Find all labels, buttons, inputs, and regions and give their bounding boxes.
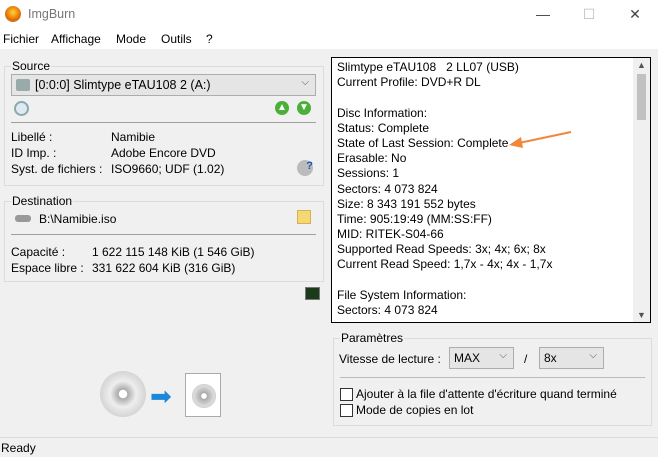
status-text: Ready <box>1 441 36 455</box>
info-line: MID: RITEK-S04-66 <box>337 227 444 242</box>
value-libelle: Namibie <box>111 130 156 144</box>
chevron-down-icon: ⌵ <box>589 350 597 361</box>
scrollbar[interactable]: ▲ ▼ <box>633 58 650 322</box>
log-graph-icon[interactable] <box>305 287 320 300</box>
label-free-space: Espace libre : <box>11 261 84 275</box>
speed-separator: / <box>524 352 528 366</box>
label-id-imp: ID Imp. : <box>11 146 57 160</box>
arrow-down-icon[interactable]: ▼ <box>297 101 311 115</box>
info-line: Time: 905:19:49 (MM:SS:FF) <box>337 211 492 226</box>
close-button[interactable]: ✕ <box>612 0 658 30</box>
destination-label: Destination <box>11 194 74 208</box>
status-bar: Ready <box>0 437 658 457</box>
info-line: Size: 8 343 191 552 bytes <box>337 196 476 211</box>
arrow-up-icon[interactable]: ▲ <box>275 101 289 115</box>
info-line <box>332 273 650 288</box>
value-filesystem: ISO9660; UDF (1.02) <box>111 162 225 176</box>
minimize-button[interactable]: — <box>520 0 566 30</box>
hard-drive-icon <box>15 215 31 222</box>
imgburn-logo-icon <box>5 6 21 22</box>
info-line: Current Read Speed: 1,7x - 4x; 4x - 1,7x <box>337 257 553 272</box>
divider <box>340 377 645 378</box>
source-drive-select[interactable]: [0:0:0] Slimtype eTAU108 2 (A:) ⌵ <box>11 74 316 96</box>
disc-info-textbox[interactable]: Slimtype eTAU108 2 LL07 (USB) Current Pro… <box>331 57 651 323</box>
label-libelle: Libellé : <box>11 130 53 144</box>
info-line <box>332 90 650 105</box>
maximize-button[interactable]: ☐ <box>566 0 612 30</box>
read-speed-label: Vitesse de lecture : <box>339 352 441 366</box>
menu-help[interactable]: ? <box>206 32 213 46</box>
info-line: Supported Read Speeds: 3x; 4x; 6x; 8x <box>337 242 546 257</box>
menu-bar: Fichier Affichage Mode Outils ? <box>0 30 658 49</box>
value-capacity: 1 622 115 148 KiB (1 546 GiB) <box>92 245 255 259</box>
drive-icon <box>16 79 30 91</box>
source-drive-value: [0:0:0] Slimtype eTAU108 2 (A:) <box>35 78 211 92</box>
add-to-queue-checkbox[interactable] <box>340 388 353 401</box>
value-id-imp: Adobe Encore DVD <box>111 146 216 160</box>
params-label: Paramètres <box>340 331 405 345</box>
chevron-down-icon: ⌵ <box>301 77 309 88</box>
info-line: Disc Information: <box>337 105 428 120</box>
info-line: Status: Complete <box>337 120 430 135</box>
menu-outils[interactable]: Outils <box>161 32 192 46</box>
info-line: Erasable: No <box>337 151 407 166</box>
title-bar: ImgBurn — ☐ ✕ <box>0 0 658 30</box>
batch-mode-label: Mode de copies en lot <box>356 403 474 417</box>
info-line: Slimtype eTAU108 2 LL07 (USB) <box>337 60 519 74</box>
value-free-space: 331 622 604 KiB (316 GiB) <box>92 261 236 275</box>
read-button[interactable] <box>95 371 227 421</box>
browse-folder-icon[interactable] <box>297 210 311 224</box>
disc-info-icon[interactable]: ? <box>297 160 313 176</box>
info-line: State of Last Session: Complete <box>337 135 509 150</box>
window-title: ImgBurn <box>28 7 76 21</box>
search-icon[interactable] <box>14 101 29 116</box>
read-speed-value: MAX <box>454 351 481 365</box>
info-line: Sectors: 4 073 824 <box>337 303 438 317</box>
destination-path[interactable]: B:\Namibie.iso <box>39 212 116 226</box>
label-filesystem: Syst. de fichiers : <box>11 162 103 176</box>
info-line: Sessions: 1 <box>337 166 400 181</box>
label-capacity: Capacité : <box>11 245 66 259</box>
divider <box>11 122 316 123</box>
read-speed-select[interactable]: MAX ⌵ <box>449 347 514 369</box>
batch-mode-checkbox[interactable] <box>340 404 353 417</box>
divider <box>11 234 316 235</box>
source-label: Source <box>11 59 52 73</box>
info-line: File System Information: <box>337 287 467 302</box>
annotation-arrow-icon <box>509 131 572 148</box>
read-speed-max-value: 8x <box>544 351 557 365</box>
menu-mode[interactable]: Mode <box>116 32 146 46</box>
info-line: Sectors: 4 073 824 <box>337 181 438 196</box>
menu-affichage[interactable]: Affichage <box>51 32 101 46</box>
chevron-down-icon: ⌵ <box>499 350 507 361</box>
read-speed-max-select[interactable]: 8x ⌵ <box>539 347 604 369</box>
add-to-queue-label: Ajouter à la file d'attente d'écriture q… <box>356 387 617 401</box>
menu-fichier[interactable]: Fichier <box>3 32 39 46</box>
info-line: Current Profile: DVD+R DL <box>337 75 481 90</box>
